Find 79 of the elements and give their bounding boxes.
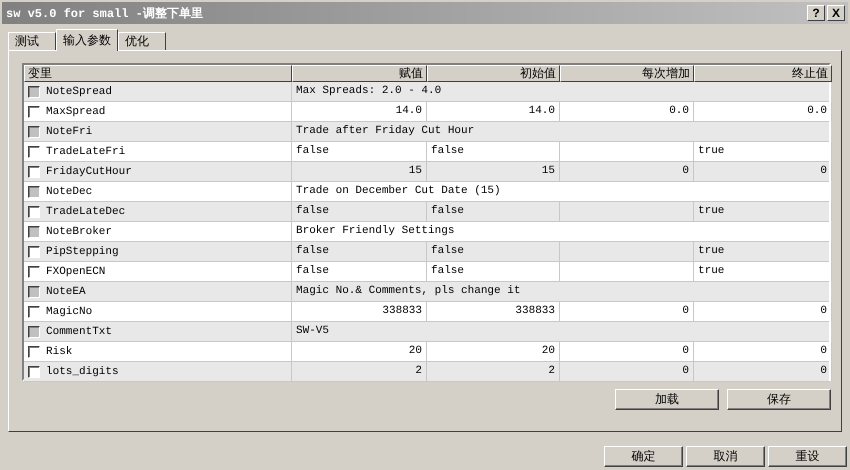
checkbox[interactable] [28,126,40,138]
table-cell[interactable]: 0.0 [560,102,694,121]
table-cell[interactable]: false [427,202,560,221]
table-cell[interactable]: 14.0 [292,102,427,121]
parameter-name: NoteSpread [46,86,112,98]
parameter-name: Risk [46,346,72,358]
table-cell[interactable]: 338833 [427,302,560,321]
help-button[interactable]: ? [807,5,825,21]
table-cell[interactable]: 0 [560,162,694,181]
table-cell-text: Trade after Friday Cut Hour [295,124,476,139]
checkbox[interactable] [28,226,40,238]
tab[interactable]: 测试 [8,32,56,50]
table-cell[interactable]: 20 [427,342,560,361]
column-header[interactable]: 赋值 [292,65,427,82]
parameter-name: NoteEA [46,286,86,298]
parameter-name: NoteBroker [46,226,112,238]
checkbox[interactable] [28,86,40,98]
checkbox[interactable] [28,186,40,198]
tab[interactable]: 优化 [118,32,166,50]
table-cell[interactable]: 15 [292,162,427,181]
panel-button[interactable]: 加载 [615,389,719,410]
parameter-name: lots_digits [46,366,119,378]
column-header[interactable]: 初始值 [427,65,560,82]
table-cell[interactable]: true [694,202,832,221]
checkbox[interactable] [28,206,40,218]
parameter-name: FridayCutHour [46,166,132,178]
table-cell[interactable]: 0 [694,162,832,181]
table-cell[interactable]: false [427,142,560,161]
table-cell[interactable]: 0 [694,342,832,361]
parameter-name: NoteFri [46,126,92,138]
table-cell[interactable]: 0 [694,362,832,381]
checkbox[interactable] [28,246,40,258]
table-cell[interactable]: false [292,142,427,161]
table-cell[interactable]: false [292,262,427,281]
parameter-name: FXOpenECN [46,266,106,278]
parameter-name: MaxSpread [46,106,106,118]
checkbox[interactable] [28,366,40,378]
table-cell-text: Max Spreads: 2.0 - 4.0 [295,84,442,99]
parameter-name: NoteDec [46,186,92,198]
dialog-button[interactable]: 确定 [604,446,683,467]
table-cell[interactable]: 0 [560,302,694,321]
table-cell[interactable]: 14.0 [427,102,560,121]
table-cell[interactable]: 0 [560,362,694,381]
checkbox[interactable] [28,166,40,178]
table-cell[interactable]: true [694,262,832,281]
table-cell[interactable]: 2 [292,362,427,381]
table-cell-text: Magic No.& Comments, pls change it [295,284,522,299]
parameter-name: PipStepping [46,246,119,258]
checkbox[interactable] [28,286,40,298]
table-cell[interactable]: 20 [292,342,427,361]
column-header[interactable]: 变里 [24,65,292,82]
dialog-button[interactable]: 取消 [686,446,765,467]
table-cell-text: Trade on December Cut Date (15) [295,184,502,199]
table-cell-text: Broker Friendly Settings [295,224,456,239]
parameter-name: TradeLateFri [46,146,126,158]
table-cell[interactable]: false [427,242,560,261]
table-cell[interactable]: 338833 [292,302,427,321]
dialog-button[interactable]: 重设 [768,446,847,467]
tab[interactable]: 输入参数 [56,29,118,51]
table-cell[interactable]: true [694,142,832,161]
close-button[interactable]: X [827,5,845,21]
column-header[interactable]: 每次增加 [560,65,694,82]
table-cell[interactable]: false [292,202,427,221]
parameter-name: MagicNo [46,306,92,318]
window-title: sw v5.0 for small -调整下单里 [6,6,203,22]
table-cell[interactable]: 15 [427,162,560,181]
table-cell[interactable]: false [427,262,560,281]
panel-button[interactable]: 保存 [727,389,831,410]
column-header[interactable]: 终止值 [694,65,832,82]
table-cell[interactable]: true [694,242,832,261]
table-cell[interactable]: 0 [694,302,832,321]
table-cell[interactable]: 0 [560,342,694,361]
table-cell[interactable]: false [292,242,427,261]
checkbox[interactable] [28,326,40,338]
parameter-name: TradeLateDec [46,206,126,218]
parameter-name: CommentTxt [46,326,112,338]
table-cell-text: SW-V5 [295,324,330,339]
table-cell[interactable]: 2 [427,362,560,381]
table-cell[interactable]: 0.0 [694,102,832,121]
